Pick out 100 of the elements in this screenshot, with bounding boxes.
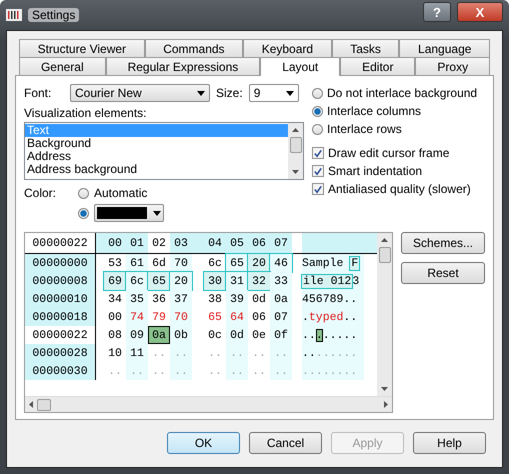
hex-byte: 53 [107,256,123,272]
ascii-text: ........ [302,364,358,378]
caret-icon [286,90,294,96]
list-item[interactable]: Address background [25,163,288,176]
hex-byte: 0b [170,326,192,344]
visualization-label: Visualization elements: [24,106,148,120]
hex-byte: 61 [126,254,148,272]
radio-label: Do not interlace background [327,86,478,100]
tab[interactable]: Commands [144,39,244,57]
radio-label: Interlace columns [327,104,422,118]
ascii-text: ..... [322,328,358,342]
ascii-text: 456789.. [302,292,358,306]
scroll-down-icon[interactable] [292,170,299,174]
hex-byte: 31 [226,272,248,290]
column-header: 02 [148,233,170,253]
hex-byte: 0c [207,328,223,344]
radio-button[interactable] [312,106,323,116]
checkbox[interactable] [312,183,324,195]
hex-byte: 0a [270,290,292,308]
color-dropdown[interactable] [94,204,164,222]
hex-byte: 65 [226,254,248,272]
address-cell: 00000030 [25,362,96,380]
scroll-thumb[interactable] [37,398,51,410]
hex-byte: .. [226,344,248,362]
window-title: Settings [28,8,80,22]
tab[interactable]: Structure Viewer [19,39,145,57]
tab[interactable]: Tasks [332,39,400,57]
hex-byte: 74 [126,308,148,326]
hex-byte: 6c [207,256,223,272]
close-button[interactable]: X [457,2,503,22]
caret-icon [197,90,205,96]
hex-byte: 32 [248,272,270,290]
radio-label: Interlace rows [327,122,402,136]
column-header: 00 [107,236,123,252]
address-cell: 00000018 [25,308,96,326]
equalizer-icon [6,9,22,21]
dialog-button[interactable]: OK [167,432,240,454]
scrollbar[interactable] [288,123,303,179]
hex-byte: .. [107,364,123,380]
checkbox-label: Antialiased quality (slower) [328,182,471,196]
ascii-text: . [302,310,309,324]
hex-byte: .. [170,344,192,362]
dialog-button[interactable]: Help [413,432,486,454]
scroll-right-icon[interactable] [384,401,388,408]
scrollbar[interactable] [377,233,392,396]
ascii-text: ile 012 [302,274,352,288]
ascii-text: typed [308,310,344,324]
scroll-up-icon[interactable] [381,238,388,242]
tab[interactable]: Language [399,39,490,57]
hex-byte: 06 [251,310,267,326]
scroll-thumb[interactable] [378,247,390,263]
font-dropdown[interactable]: Courier New [70,84,210,102]
hex-byte: 79 [151,310,167,326]
checkbox[interactable] [312,147,324,159]
scroll-thumb[interactable] [290,137,302,153]
tab[interactable]: Layout [260,57,340,76]
address-cell: 00000010 [25,290,96,308]
hex-byte: 37 [170,290,192,308]
dialog-button[interactable]: Cancel [249,432,322,454]
list-item[interactable]: Address [25,150,288,163]
tab[interactable]: Regular Expressions [106,57,260,75]
scroll-up-icon[interactable] [292,128,299,132]
radio-button[interactable] [78,208,89,218]
scrollbar[interactable] [25,396,392,412]
hex-byte: 39 [226,290,248,308]
hex-byte: 70 [170,308,192,326]
radio-button[interactable] [312,88,323,98]
side-button[interactable]: Reset [401,262,485,284]
tab[interactable]: Keyboard [243,39,332,57]
hex-byte: 6d [151,256,167,272]
ascii-text: .. [302,328,316,342]
radio-button[interactable] [312,124,323,134]
hex-byte: 00 [107,310,123,326]
size-label: Size: [216,86,243,100]
tab[interactable]: Editor [340,57,416,75]
hex-byte: 08 [107,328,123,344]
hex-byte: .. [151,346,167,362]
tab[interactable]: Proxy [415,57,490,75]
hex-byte: 33 [270,272,292,290]
hex-byte: 35 [126,290,148,308]
hex-byte: 0d [251,292,267,308]
column-header: 06 [251,236,267,252]
caret-icon [153,210,161,216]
hex-byte: 34 [107,292,123,308]
hex-byte: 0f [270,326,292,344]
scroll-left-icon[interactable] [29,401,33,408]
address-cell: 00000008 [25,272,96,290]
hex-byte: 69 [104,272,126,290]
tab[interactable]: General [19,57,106,75]
list-item[interactable]: Background [25,137,288,150]
hex-byte: 64 [226,308,248,326]
radio-button[interactable] [78,188,89,198]
scroll-down-icon[interactable] [381,387,388,391]
hex-byte: 70 [170,254,192,272]
checkbox[interactable] [312,165,324,177]
checkbox-label: Draw edit cursor frame [328,146,450,160]
hex-byte: .. [251,364,267,380]
side-button[interactable]: Schemes... [401,232,485,254]
size-dropdown[interactable]: 9 [248,84,299,102]
hex-byte: 09 [126,326,148,344]
